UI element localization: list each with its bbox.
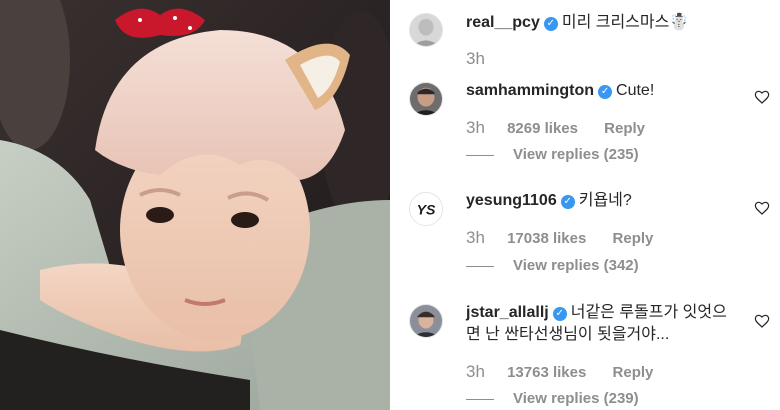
- comment-header: yesung1106 ✓ 키욥네?: [466, 190, 740, 212]
- comment-meta: 3h 8269 likes Reply: [466, 118, 645, 139]
- like-count[interactable]: 13763 likes: [507, 364, 586, 381]
- comment-header: jstar_allallj ✓ 너같은 루돌프가 잇엇으면 난 싼타선생님이 됫을거…: [466, 302, 740, 346]
- divider: [466, 265, 494, 267]
- comment-meta: 3h 13763 likes Reply: [466, 362, 653, 383]
- username[interactable]: yesung1106: [466, 192, 557, 209]
- heart-icon[interactable]: [754, 313, 770, 329]
- avatar[interactable]: [409, 82, 443, 116]
- avatar-image: YS: [410, 193, 442, 225]
- view-replies-button[interactable]: View replies (239): [466, 389, 639, 409]
- view-replies-label: View replies (235): [513, 146, 639, 163]
- comment-time: 3h: [466, 118, 485, 137]
- verified-badge-icon: ✓: [560, 195, 575, 209]
- comment-header: real__pcy ✓ 미리 크리스마스☃️: [466, 12, 740, 34]
- comments-panel: real__pcy ✓ 미리 크리스마스☃️ 3h samhammington ✓ Cu…: [390, 0, 780, 410]
- comment-time: 3h: [466, 228, 485, 247]
- comment-time: 3h: [466, 49, 485, 68]
- reply-button[interactable]: Reply: [613, 364, 654, 381]
- view-replies-button[interactable]: View replies (235): [466, 145, 639, 165]
- comment-meta: 3h 17038 likes Reply: [466, 228, 653, 249]
- username[interactable]: jstar_allallj: [466, 304, 549, 321]
- avatar[interactable]: [409, 304, 443, 338]
- divider: [466, 398, 494, 400]
- heart-icon[interactable]: [754, 200, 770, 216]
- avatar-image: [410, 14, 442, 46]
- username[interactable]: real__pcy: [466, 14, 540, 31]
- view-replies-button[interactable]: View replies (342): [466, 256, 639, 276]
- avatar-image: [410, 305, 442, 337]
- heart-icon[interactable]: [754, 89, 770, 105]
- avatar-text: YS: [417, 202, 436, 218]
- reply-button[interactable]: Reply: [604, 120, 645, 137]
- divider: [466, 154, 494, 156]
- reply-button[interactable]: Reply: [613, 230, 654, 247]
- username[interactable]: samhammington: [466, 82, 594, 99]
- avatar-image: [410, 83, 442, 115]
- verified-badge-icon: ✓: [543, 17, 558, 31]
- comment-text: 키욥네?: [578, 192, 632, 209]
- view-replies-label: View replies (342): [513, 257, 639, 274]
- like-count[interactable]: 8269 likes: [507, 120, 578, 137]
- like-count[interactable]: 17038 likes: [507, 230, 586, 247]
- comment-header: samhammington ✓ Cute!: [466, 80, 740, 102]
- comment-time: 3h: [466, 362, 485, 381]
- comment-meta: 3h: [466, 49, 503, 70]
- view-replies-label: View replies (239): [513, 390, 639, 407]
- avatar[interactable]: YS: [409, 192, 443, 226]
- comment-text: Cute!: [616, 82, 655, 99]
- comment-text: 미리 크리스마스☃️: [561, 14, 690, 31]
- verified-badge-icon: ✓: [598, 85, 613, 99]
- selfie-photo: [0, 0, 390, 410]
- verified-badge-icon: ✓: [552, 307, 567, 321]
- avatar[interactable]: [409, 13, 443, 47]
- post-photo[interactable]: [0, 0, 390, 410]
